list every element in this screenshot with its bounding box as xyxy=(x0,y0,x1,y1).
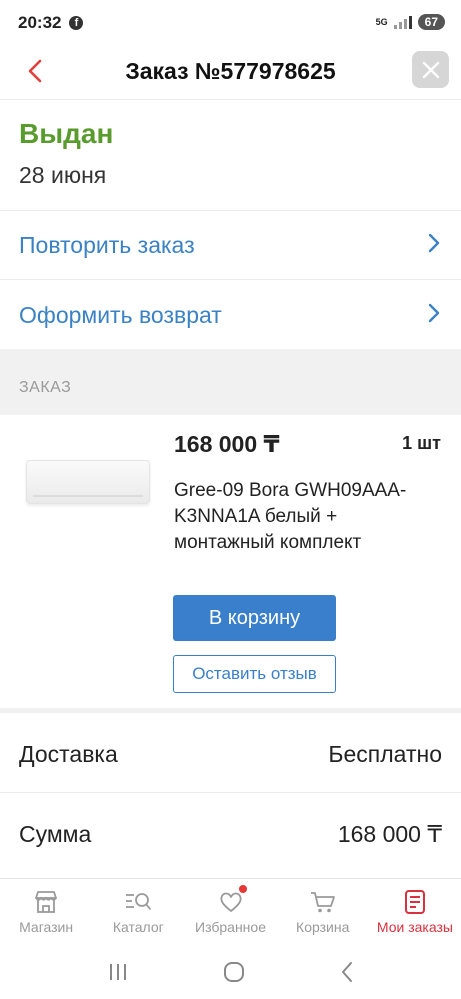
recent-apps-icon[interactable] xyxy=(107,962,129,982)
catalog-search-icon xyxy=(126,893,152,910)
nav-item-label: Избранное xyxy=(195,919,266,935)
header: Заказ №577978625 xyxy=(0,46,461,100)
product-price: 168 000 ₸ xyxy=(174,431,280,457)
network-icon: 5G xyxy=(375,16,388,27)
nav-item-catalog[interactable]: Каталог xyxy=(92,879,184,945)
repeat-order-row[interactable]: Повторить заказ xyxy=(0,210,461,280)
return-order-label: Оформить возврат xyxy=(19,301,222,328)
repeat-order-label: Повторить заказ xyxy=(19,231,195,258)
close-icon xyxy=(422,61,439,78)
nav-item-my-orders[interactable]: Мои заказы xyxy=(369,879,461,945)
nav-item-label: Каталог xyxy=(112,919,164,935)
product-image[interactable] xyxy=(26,460,150,504)
facebook-icon: f xyxy=(69,16,84,30)
delivery-row: Доставка Бесплатно xyxy=(0,713,461,793)
order-status: Выдан xyxy=(19,118,114,149)
status-bar: 20:32 f 5G 67 xyxy=(0,0,461,46)
delivery-label: Доставка xyxy=(19,741,118,767)
chevron-right-icon xyxy=(428,233,440,253)
battery-icon: 67 xyxy=(417,14,445,30)
cart-icon xyxy=(310,892,335,913)
product-quantity: 1 шт xyxy=(402,433,441,453)
chevron-right-icon xyxy=(428,303,440,323)
nav-item-favorites[interactable]: Избранное xyxy=(184,879,276,945)
notification-dot xyxy=(239,885,248,893)
section-title: ЗАКАЗ xyxy=(19,379,72,396)
nav-item-label: Корзина xyxy=(296,919,350,935)
bottom-nav: Магазин Каталог Избранное Корзина Мои за… xyxy=(0,879,461,945)
order-date: 28 июня xyxy=(19,162,107,188)
product-name[interactable]: Gree-09 Bora GWH09AAA-K3NNA1A белый + мо… xyxy=(174,478,434,556)
total-value: 168 000 ₸ xyxy=(337,821,442,847)
leave-review-button[interactable]: Оставить отзыв xyxy=(173,655,336,693)
status-indicators: 5G 67 xyxy=(376,14,445,30)
nav-item-cart[interactable]: Корзина xyxy=(277,879,369,945)
home-icon[interactable] xyxy=(222,960,246,984)
delivery-value: Бесплатно xyxy=(328,741,442,767)
system-back-icon[interactable] xyxy=(339,961,355,983)
add-to-cart-button[interactable]: В корзину xyxy=(173,595,336,641)
signal-icon xyxy=(393,15,412,29)
orders-icon xyxy=(404,890,425,914)
nav-item-label: Мои заказы xyxy=(376,919,453,935)
status-time: 20:32 xyxy=(18,13,62,32)
total-label: Сумма xyxy=(19,821,92,847)
total-row: Сумма 168 000 ₸ xyxy=(0,793,461,873)
nav-item-label: Магазин xyxy=(19,919,74,935)
nav-item-store[interactable]: Магазин xyxy=(0,879,92,945)
store-icon xyxy=(35,891,57,913)
section-header: ЗАКАЗ xyxy=(0,349,461,415)
heart-icon xyxy=(219,892,242,912)
page-title: Заказ №577978625 xyxy=(125,58,336,84)
close-button[interactable] xyxy=(412,51,449,88)
system-nav-bar xyxy=(0,945,461,999)
return-order-row[interactable]: Оформить возврат xyxy=(0,280,461,350)
